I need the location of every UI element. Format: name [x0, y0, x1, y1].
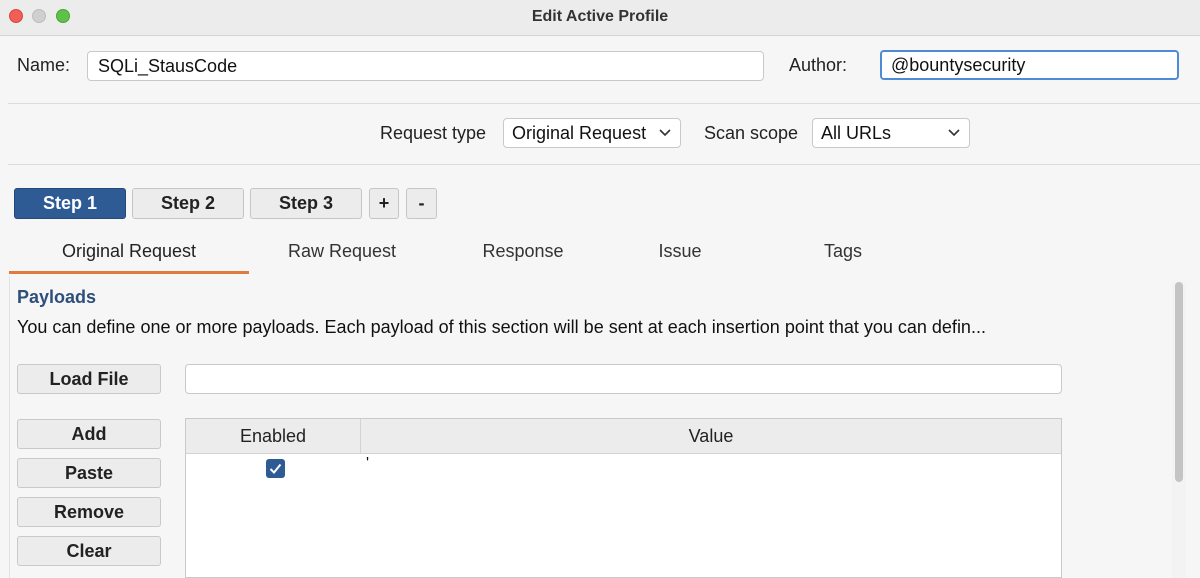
step-1-button[interactable]: Step 1 — [14, 188, 126, 219]
file-path-field[interactable] — [185, 364, 1062, 394]
divider — [8, 103, 1200, 104]
load-file-button[interactable]: Load File — [17, 364, 161, 394]
tab-issue[interactable]: Issue — [620, 241, 740, 262]
add-payload-button[interactable]: Add — [17, 419, 161, 449]
section-title: Payloads — [17, 287, 97, 307]
request-type-value: Original Request — [512, 123, 647, 143]
active-tab-indicator — [9, 271, 249, 274]
column-header-enabled[interactable]: Enabled — [186, 419, 361, 454]
divider — [8, 164, 1200, 165]
request-type-select[interactable]: Original Request — [503, 118, 681, 148]
step-3-button[interactable]: Step 3 — [250, 188, 362, 219]
enabled-checkbox[interactable] — [266, 459, 285, 478]
scan-scope-select[interactable]: All URLs — [812, 118, 970, 148]
paste-payload-button[interactable]: Paste — [17, 458, 161, 488]
scan-scope-label: Scan scope — [704, 123, 799, 143]
payloads-table: Enabled Value ' — [185, 418, 1062, 578]
author-label: Author: — [789, 55, 848, 75]
section-description: You can define one or more payloads. Eac… — [17, 317, 986, 337]
remove-payload-button[interactable]: Remove — [17, 497, 161, 527]
tab-tags[interactable]: Tags — [783, 241, 903, 262]
checkmark-icon — [269, 463, 282, 474]
chevron-down-icon — [948, 129, 960, 137]
request-type-label: Request type — [380, 123, 487, 143]
tab-raw-request[interactable]: Raw Request — [252, 241, 432, 262]
name-field[interactable]: SQLi_StausCode — [87, 51, 764, 81]
tab-original-request[interactable]: Original Request — [9, 241, 249, 262]
clear-payloads-button[interactable]: Clear — [17, 536, 161, 566]
add-step-button[interactable]: + — [369, 188, 399, 219]
scrollbar-thumb[interactable] — [1175, 282, 1183, 482]
table-header: Enabled Value — [186, 419, 1061, 454]
name-label: Name: — [17, 55, 71, 75]
title-bar: Edit Active Profile — [0, 0, 1200, 36]
window-title: Edit Active Profile — [531, 8, 669, 25]
column-header-value[interactable]: Value — [361, 419, 1061, 454]
chevron-down-icon — [659, 129, 671, 137]
tab-response[interactable]: Response — [448, 241, 598, 262]
payload-value-cell[interactable]: ' — [366, 455, 369, 473]
remove-step-button[interactable]: - — [406, 188, 437, 219]
step-2-button[interactable]: Step 2 — [132, 188, 244, 219]
author-field[interactable]: @bountysecurity — [880, 50, 1179, 80]
scan-scope-value: All URLs — [821, 123, 892, 143]
